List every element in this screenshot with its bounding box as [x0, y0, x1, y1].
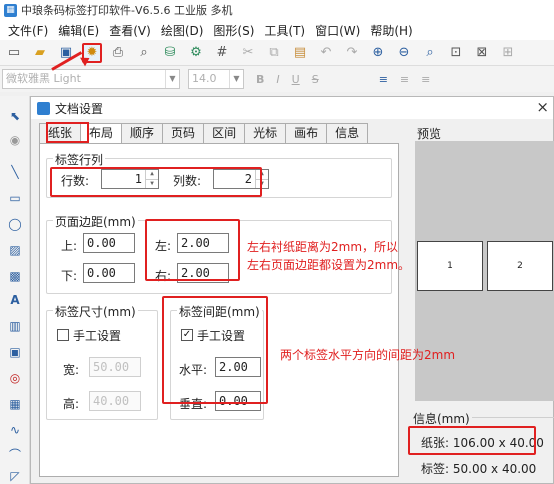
menu-help[interactable]: 帮助(H): [365, 22, 417, 39]
undo-icon[interactable]: ↶: [316, 43, 336, 63]
manual-setting-label: 手工设置: [73, 329, 122, 343]
app-icon: ▦: [4, 3, 17, 17]
curve-tool-icon[interactable]: ∿: [7, 422, 23, 438]
copy-icon[interactable]: ⧉: [264, 43, 284, 63]
chevron-down-icon: ▼: [165, 70, 179, 88]
paper-info-highlight: [408, 426, 536, 455]
font-name-value: 微软雅黑 Light: [6, 72, 81, 85]
font-size-value: 14.0: [192, 72, 217, 85]
button-tool-icon[interactable]: ▣: [7, 344, 23, 360]
text-tool-icon[interactable]: A: [7, 292, 23, 308]
tab-canvas[interactable]: 画布: [285, 123, 328, 143]
group-legend: 标签行列: [53, 151, 106, 168]
label-size-info: 标签: 50.00 x 40.00: [421, 462, 537, 476]
strike-button[interactable]: S: [312, 73, 319, 86]
font-size-select[interactable]: 14.0 ▼: [188, 69, 244, 89]
rows-cols-highlight: [50, 167, 262, 197]
extra-icon[interactable]: ⊞: [498, 43, 518, 63]
menu-bar: 文件(F) 编辑(E) 查看(V) 绘图(D) 图形(S) 工具(T) 窗口(W…: [0, 20, 554, 40]
info-legend: 信息(mm): [413, 410, 472, 427]
height-input[interactable]: 40.00: [89, 391, 141, 411]
zoom-icon[interactable]: ⌕: [420, 43, 440, 63]
image-tool-icon[interactable]: ▨: [7, 242, 23, 258]
zoom-in-icon[interactable]: ⊕: [368, 43, 388, 63]
dialog-title-bar: 文档设置 ×: [31, 97, 553, 119]
tab-info[interactable]: 信息: [326, 123, 369, 143]
zoom-out-icon[interactable]: ⊖: [394, 43, 414, 63]
cut-icon[interactable]: ✂: [238, 43, 258, 63]
redo-icon[interactable]: ↷: [342, 43, 362, 63]
polygon-tool-icon[interactable]: ◸: [7, 468, 23, 484]
underline-button[interactable]: U: [292, 73, 300, 86]
menu-tools[interactable]: 工具(T): [259, 22, 310, 39]
height-label: 高:: [63, 397, 80, 411]
menu-shape[interactable]: 图形(S): [208, 22, 259, 39]
preview-label-2: 2: [487, 241, 553, 291]
fit-page-icon[interactable]: ⊡: [446, 43, 466, 63]
data-source-icon[interactable]: ⚙: [186, 43, 206, 63]
rectangle-tool-icon[interactable]: ▭: [7, 190, 23, 206]
label-size-group: 标签尺寸(mm) 手工设置 宽: 50.00 高: 40.00: [46, 303, 158, 420]
stamp-tool-icon[interactable]: ◎: [7, 370, 23, 386]
close-icon[interactable]: ×: [536, 98, 549, 116]
tab-order[interactable]: 顺序: [121, 123, 164, 143]
actual-size-icon[interactable]: ⊠: [472, 43, 492, 63]
group-legend: 页面边距(mm): [53, 213, 138, 230]
spacing-annotation: 两个标签水平方向的间距为2mm: [280, 348, 456, 362]
grid-icon[interactable]: #: [212, 43, 232, 63]
preview-label-1: 1: [417, 241, 483, 291]
new-icon[interactable]: ▭: [4, 43, 24, 63]
settings-icon: [37, 101, 50, 115]
menu-draw[interactable]: 绘图(D): [156, 22, 209, 39]
width-input[interactable]: 50.00: [89, 357, 141, 377]
align-left-icon[interactable]: ≡: [379, 73, 388, 86]
database-icon[interactable]: ⛁: [160, 43, 180, 63]
bottom-margin-input[interactable]: 0.00: [83, 263, 135, 283]
top-margin-input[interactable]: 0.00: [83, 233, 135, 253]
chevron-down-icon: ▼: [229, 70, 243, 88]
print-preview-icon[interactable]: ⌕: [134, 43, 154, 63]
italic-button[interactable]: I: [276, 73, 279, 86]
arc-tool-icon[interactable]: ⌒: [7, 446, 23, 462]
left-tool-strip: ⬉ ◉ ╲ ▭ ◯ ▨ ▩ A ▥ ▣ ◎ ▦ ∿ ⌒ ◸: [0, 96, 30, 484]
align-right-icon[interactable]: ≡: [421, 73, 430, 86]
picture-tool-icon[interactable]: ▩: [7, 268, 23, 284]
preview-label: 预览: [417, 127, 442, 141]
margin-annotation-line2: 左右页面边距都设置为2mm。: [247, 258, 411, 272]
margin-highlight: [145, 219, 240, 281]
bold-button[interactable]: B: [256, 73, 264, 86]
label-size-manual-checkbox[interactable]: [57, 329, 69, 341]
open-icon[interactable]: ▰: [30, 43, 50, 63]
qrcode-tool-icon[interactable]: ▦: [7, 396, 23, 412]
tab-range[interactable]: 区间: [203, 123, 246, 143]
hand-icon[interactable]: ◉: [7, 132, 23, 148]
align-center-icon[interactable]: ≡: [400, 73, 409, 86]
window-title: 中琅条码标签打印软件-V6.5.6 工业版 多机: [21, 4, 233, 17]
print-icon[interactable]: ⎙: [108, 43, 128, 63]
menu-edit[interactable]: 编辑(E): [53, 22, 104, 39]
layout-tab-highlight: [46, 122, 89, 143]
group-legend: 标签尺寸(mm): [53, 303, 138, 320]
menu-window[interactable]: 窗口(W): [310, 22, 365, 39]
menu-view[interactable]: 查看(V): [104, 22, 156, 39]
format-toolbar: 微软雅黑 Light ▼ 14.0 ▼ B I U S ≡ ≡ ≡: [0, 66, 554, 92]
font-name-select[interactable]: 微软雅黑 Light ▼: [2, 69, 180, 89]
tab-page-number[interactable]: 页码: [162, 123, 205, 143]
margin-annotation-line1: 左右衬纸距离为2mm，所以: [247, 240, 399, 254]
menu-file[interactable]: 文件(F): [3, 22, 53, 39]
dialog-title: 文档设置: [55, 101, 104, 116]
line-tool-icon[interactable]: ╲: [7, 164, 23, 180]
spacing-highlight: [162, 296, 268, 404]
paste-icon[interactable]: ▤: [290, 43, 310, 63]
title-bar: ▦ 中琅条码标签打印软件-V6.5.6 工业版 多机: [0, 0, 554, 20]
select-pointer-icon[interactable]: ⬉: [7, 108, 23, 124]
top-margin-label: 上:: [61, 239, 78, 253]
barcode-tool-icon[interactable]: ▥: [7, 318, 23, 334]
tab-cursor[interactable]: 光标: [244, 123, 287, 143]
width-label: 宽:: [63, 363, 80, 377]
bottom-margin-label: 下:: [61, 269, 78, 283]
ellipse-tool-icon[interactable]: ◯: [7, 216, 23, 232]
